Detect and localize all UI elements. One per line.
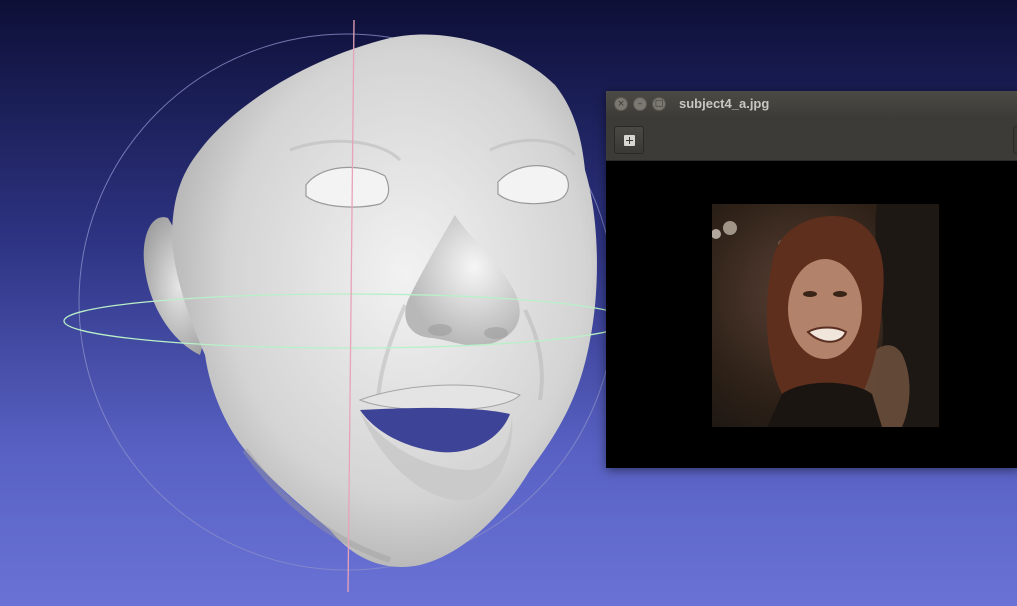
add-button[interactable] — [614, 126, 644, 154]
subject-photo — [712, 204, 939, 427]
window-titlebar[interactable]: × – □ subject4_a.jpg — [606, 91, 1017, 118]
maximize-icon[interactable]: □ — [652, 97, 666, 111]
close-icon[interactable]: × — [614, 97, 628, 111]
toolbar-button-clipped[interactable] — [1013, 126, 1017, 154]
add-icon — [624, 135, 635, 146]
3d-viewport[interactable]: × – □ subject4_a.jpg — [0, 0, 1017, 606]
image-viewer-window[interactable]: × – □ subject4_a.jpg — [606, 91, 1017, 468]
minimize-icon[interactable]: – — [633, 97, 647, 111]
window-title: subject4_a.jpg — [679, 96, 770, 111]
window-toolbar — [606, 118, 1017, 161]
